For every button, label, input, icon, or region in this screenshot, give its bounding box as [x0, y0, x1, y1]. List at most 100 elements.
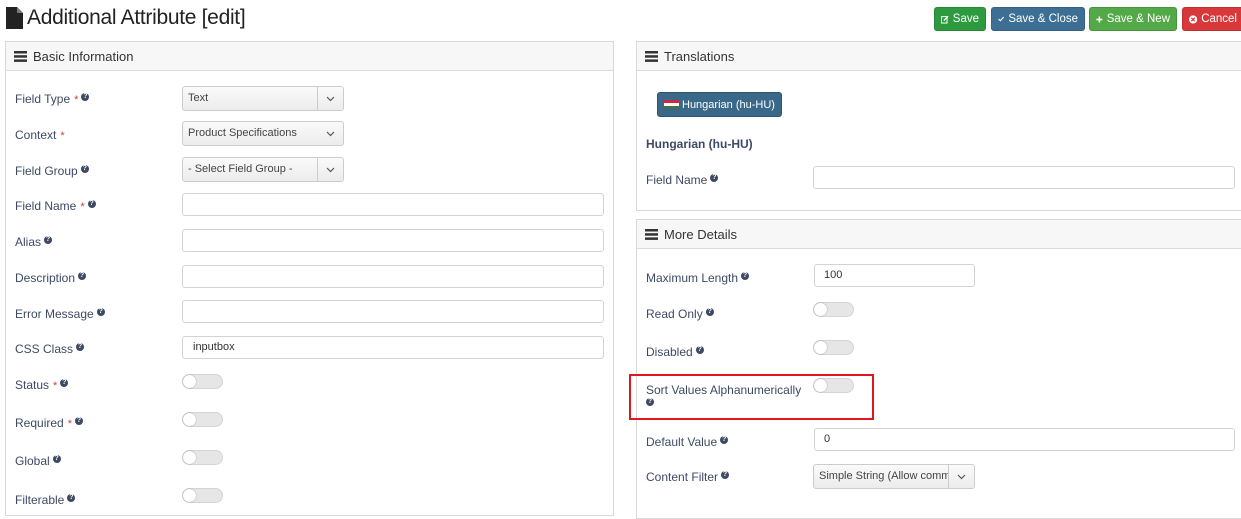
context-label-text: Context [15, 128, 57, 142]
field-name-label-text: Field Name [15, 199, 77, 213]
required-mark: * [60, 130, 65, 142]
help-icon[interactable]: ? [705, 308, 714, 316]
global-toggle[interactable] [182, 450, 223, 465]
description-input[interactable] [182, 265, 604, 288]
css-class-label-text: CSS Class [15, 342, 74, 356]
alias-label: Alias? [15, 235, 53, 249]
help-icon[interactable]: ? [710, 174, 719, 182]
plus-icon [1096, 15, 1103, 23]
help-icon[interactable]: ? [44, 236, 53, 244]
help-icon[interactable]: ? [67, 494, 76, 502]
filterable-toggle[interactable] [182, 488, 223, 503]
save-close-button[interactable]: Save & Close [991, 7, 1085, 31]
field-type-label-text: Field Type [15, 92, 71, 106]
field-name-input[interactable] [182, 193, 604, 216]
global-label-text: Global [15, 454, 50, 468]
required-mark: * [67, 418, 72, 430]
required-label-text: Required [15, 416, 64, 430]
alias-label-text: Alias [15, 235, 42, 249]
content-filter-label-text: Content Filter [646, 470, 719, 484]
help-icon[interactable]: ? [695, 346, 704, 354]
context-value: Product Specifications [188, 127, 297, 139]
read-only-toggle[interactable] [813, 302, 854, 317]
chevron-down-icon [948, 465, 974, 488]
error-message-label: Error Message? [15, 307, 105, 321]
translation-field-name-input[interactable] [813, 166, 1235, 189]
help-icon[interactable]: ? [78, 272, 87, 280]
list-icon [645, 50, 658, 62]
field-group-value: - Select Field Group - [188, 163, 293, 175]
save-button[interactable]: Save [934, 7, 986, 31]
list-icon [645, 228, 658, 240]
edit-icon [941, 15, 949, 24]
chevron-down-icon [317, 122, 343, 145]
error-message-label-text: Error Message [15, 307, 94, 321]
toolbar: Additional Attribute [edit] Save Save & … [0, 0, 1241, 38]
help-icon[interactable]: ? [721, 471, 730, 479]
language-tab-hungarian[interactable]: Hungarian (hu-HU) [657, 92, 782, 117]
more-details-header: More Details [637, 220, 1241, 249]
css-class-input[interactable]: inputbox [182, 336, 604, 359]
help-icon[interactable]: ? [80, 165, 89, 173]
toggle-knob [814, 341, 827, 354]
translation-field-name-label-text: Field Name [646, 173, 708, 187]
error-message-input[interactable] [182, 300, 604, 323]
help-icon[interactable]: ? [741, 272, 750, 280]
help-icon[interactable]: ? [87, 200, 96, 208]
translations-header: Translations [637, 42, 1241, 71]
content-filter-value: Simple String (Allow comm [819, 470, 951, 482]
field-type-label: Field Type *? [15, 92, 90, 106]
chevron-down-icon [317, 158, 343, 181]
required-label: Required *? [15, 416, 83, 430]
hungary-flag-icon [664, 99, 679, 110]
required-toggle[interactable] [182, 412, 223, 427]
disabled-toggle[interactable] [813, 340, 854, 355]
filterable-label-text: Filterable [15, 493, 65, 507]
description-label: Description? [15, 271, 87, 285]
content-filter-select[interactable]: Simple String (Allow comm [813, 464, 975, 489]
required-mark: * [74, 94, 79, 106]
help-icon[interactable]: ? [74, 417, 83, 425]
toggle-knob [814, 303, 827, 316]
help-icon[interactable]: ? [60, 379, 69, 387]
highlight-box [629, 374, 874, 420]
toggle-knob [183, 413, 196, 426]
global-label: Global? [15, 454, 61, 468]
field-type-value: Text [188, 92, 209, 104]
save-new-button-label: Save & New [1106, 13, 1170, 25]
save-new-button[interactable]: Save & New [1089, 7, 1177, 31]
field-type-select[interactable]: Text [182, 86, 344, 111]
max-length-input[interactable]: 100 [814, 264, 975, 287]
language-tab-label: Hungarian (hu-HU) [682, 98, 775, 111]
required-mark: * [53, 380, 58, 392]
field-group-select[interactable]: - Select Field Group - [182, 157, 344, 182]
field-group-label-text: Field Group [15, 164, 78, 178]
description-label-text: Description [15, 271, 76, 285]
default-value-input[interactable]: 0 [814, 428, 1235, 451]
alias-input[interactable] [182, 229, 604, 252]
help-icon[interactable]: ? [52, 455, 61, 463]
cancel-button-label: Cancel [1201, 13, 1237, 25]
max-length-label: Maximum Length? [646, 271, 750, 285]
status-toggle[interactable] [182, 374, 223, 389]
default-value-label: Default Value? [646, 435, 729, 449]
help-icon[interactable]: ? [720, 436, 729, 444]
filterable-label: Filterable? [15, 493, 76, 507]
help-icon[interactable]: ? [96, 308, 105, 316]
page-title: Additional Attribute [edit] [6, 6, 246, 30]
basic-information-header: Basic Information [6, 42, 613, 71]
css-class-label: CSS Class? [15, 342, 85, 356]
help-icon[interactable]: ? [76, 343, 85, 351]
translation-field-name-label: Field Name? [646, 173, 719, 187]
required-mark: * [80, 201, 85, 213]
help-icon[interactable]: ? [81, 93, 90, 101]
cancel-button[interactable]: Cancel [1182, 7, 1241, 31]
status-label: Status *? [15, 378, 69, 392]
status-label-text: Status [15, 378, 50, 392]
content-filter-label: Content Filter? [646, 470, 730, 484]
basic-information-title: Basic Information [33, 48, 134, 64]
context-label: Context * [15, 128, 65, 142]
field-group-label: Field Group? [15, 164, 89, 178]
context-select[interactable]: Product Specifications [182, 121, 344, 146]
toggle-knob [183, 375, 196, 388]
